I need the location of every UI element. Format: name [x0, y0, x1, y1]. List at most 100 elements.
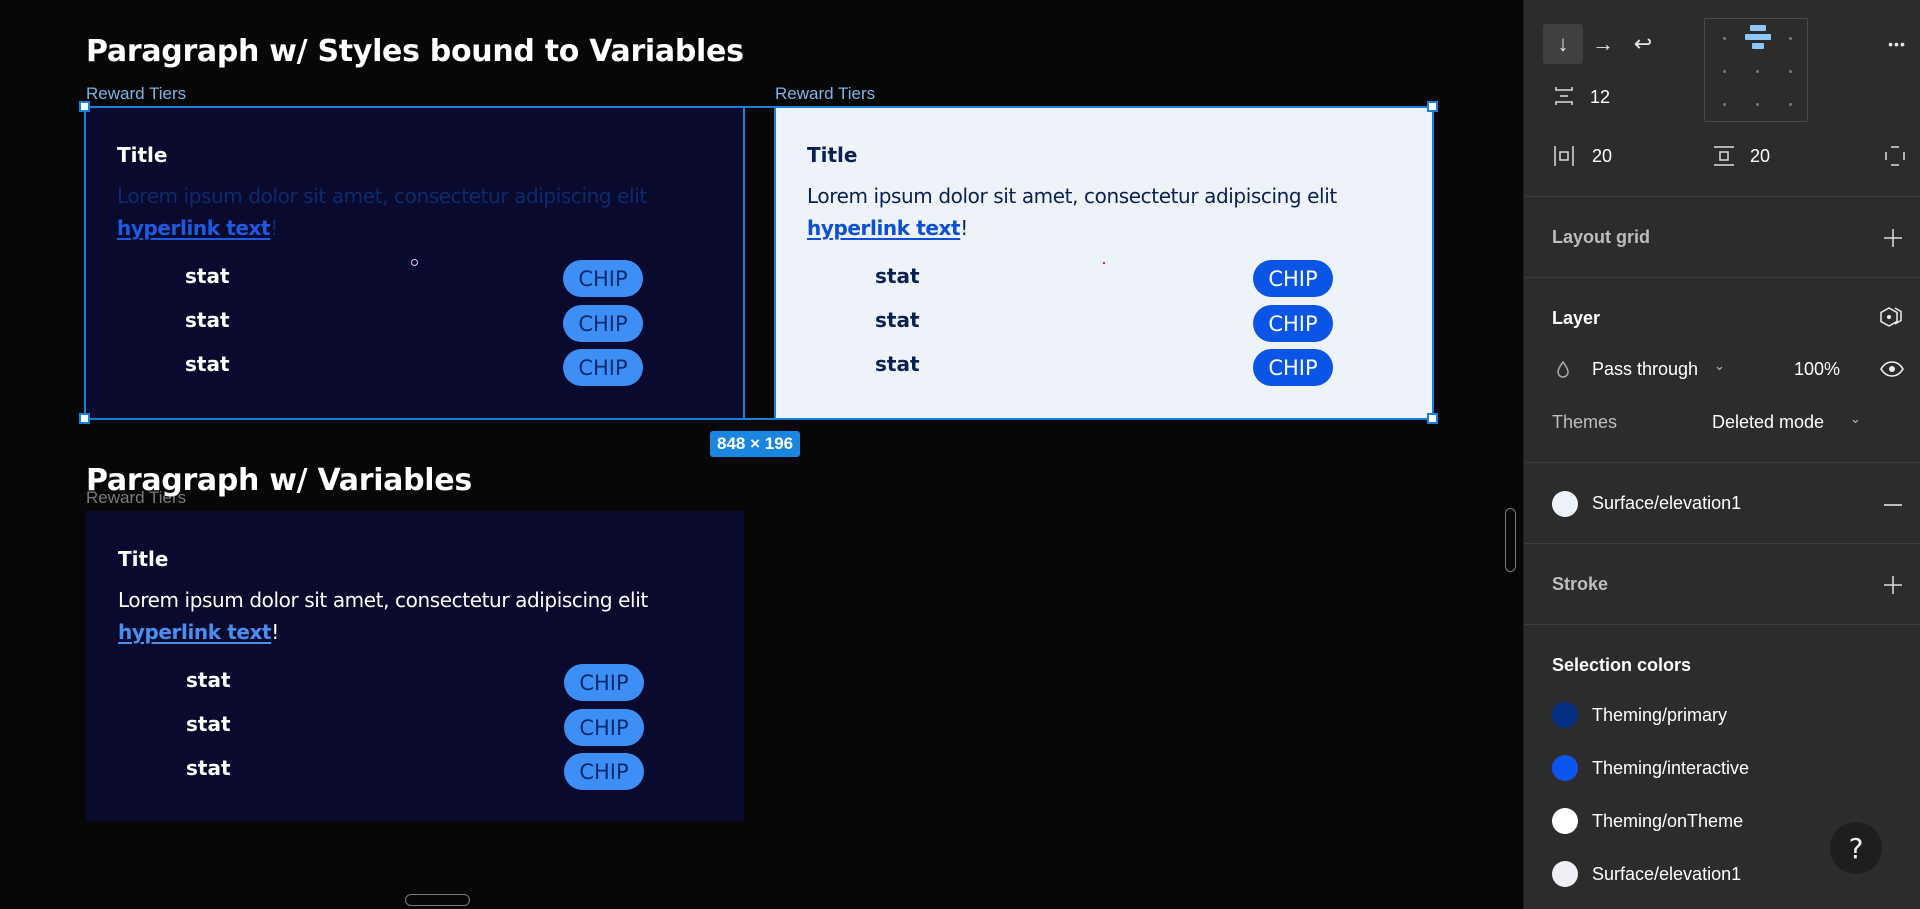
stat-label: stat [185, 308, 230, 332]
marker-dot [1103, 262, 1105, 264]
card-paragraph: Lorem ipsum dolor sit amet, consectetur … [807, 180, 1407, 244]
align-dot[interactable] [1723, 37, 1726, 40]
themes-dropdown[interactable]: Deleted mode ⌄ [1712, 411, 1872, 435]
card-title: Title [118, 547, 169, 571]
more-options-button[interactable]: ••• [1882, 30, 1912, 58]
wrap-button[interactable]: ↩ [1623, 24, 1663, 64]
selection-color-name[interactable]: Theming/onTheme [1592, 811, 1743, 832]
remove-fill-button[interactable] [1880, 493, 1906, 517]
card-title: Title [117, 143, 168, 167]
align-dot[interactable] [1789, 103, 1792, 106]
resize-handle-top-left[interactable] [79, 101, 90, 112]
horizontal-padding-value[interactable]: 20 [1592, 146, 1612, 167]
direction-vertical-button[interactable]: ↓ [1543, 24, 1583, 64]
vertical-padding-icon [1712, 144, 1736, 168]
add-layout-grid-button[interactable] [1880, 225, 1906, 251]
help-button[interactable]: ? [1830, 822, 1882, 874]
align-dot[interactable] [1789, 70, 1792, 73]
plus-icon [1884, 229, 1902, 247]
reward-tiers-card-variables[interactable]: Title Lorem ipsum dolor sit amet, consec… [86, 511, 744, 821]
chip[interactable]: CHIP [563, 349, 643, 386]
variable-mode-icon [1880, 307, 1902, 327]
eye-icon [1880, 361, 1904, 377]
chip[interactable]: CHIP [564, 709, 644, 746]
more-icon: ••• [1888, 36, 1906, 52]
selection-color-name[interactable]: Surface/elevation1 [1592, 864, 1741, 885]
align-dot[interactable] [1723, 103, 1726, 106]
layer-label: Layer [1552, 308, 1601, 328]
fill-swatch[interactable] [1552, 491, 1578, 517]
chip[interactable]: CHIP [1253, 349, 1333, 386]
frame-label[interactable]: Reward Tiers [775, 84, 875, 104]
resize-handle-top-right[interactable] [1427, 101, 1438, 112]
selection-color-name[interactable]: Theming/primary [1592, 705, 1727, 726]
opacity-value[interactable]: 100% [1794, 359, 1840, 380]
color-swatch[interactable] [1552, 702, 1578, 728]
hyperlink[interactable]: hyperlink text [117, 216, 271, 240]
stat-label: stat [186, 668, 231, 692]
color-swatch[interactable] [1552, 755, 1578, 781]
card-paragraph: Lorem ipsum dolor sit amet, consectetur … [118, 584, 718, 648]
frame-label[interactable]: Reward Tiers [86, 84, 186, 104]
chip[interactable]: CHIP [1253, 305, 1333, 342]
question-mark-icon: ? [1848, 831, 1864, 865]
layout-grid-section: Layout grid [1524, 197, 1920, 278]
dimension-badge: 848 × 196 [710, 431, 801, 457]
selection-colors-label: Selection colors [1552, 655, 1692, 675]
horizontal-scrollbar[interactable] [405, 894, 470, 906]
vertical-scrollbar[interactable] [1505, 508, 1516, 572]
color-swatch[interactable] [1552, 808, 1578, 834]
direction-horizontal-button[interactable]: → [1583, 24, 1623, 64]
fill-section: Surface/elevation1 [1524, 463, 1920, 544]
stat-label: stat [875, 264, 920, 288]
gap-value[interactable]: 12 [1590, 87, 1610, 108]
blend-mode-dropdown[interactable]: Pass through ⌄ [1592, 358, 1742, 382]
card-title: Title [807, 143, 858, 167]
stat-label: stat [875, 308, 920, 332]
cursor-indicator [411, 259, 418, 266]
themes-value: Deleted mode [1712, 412, 1825, 432]
apply-variable-mode-button[interactable] [1876, 305, 1906, 331]
stat-label: stat [186, 712, 231, 736]
plus-icon [1884, 576, 1902, 594]
chevron-down-icon: ⌄ [1850, 411, 1861, 426]
independent-padding-icon [1885, 146, 1905, 166]
add-stroke-button[interactable] [1880, 572, 1906, 598]
chip[interactable]: CHIP [564, 753, 644, 790]
color-swatch[interactable] [1552, 861, 1578, 887]
fill-variable-name[interactable]: Surface/elevation1 [1592, 493, 1741, 514]
independent-padding-button[interactable] [1882, 144, 1908, 168]
paragraph-suffix: ! [960, 216, 968, 240]
align-top-center-icon[interactable] [1745, 25, 1771, 53]
paragraph-suffix: ! [271, 620, 279, 644]
alignment-grid[interactable] [1704, 18, 1808, 122]
align-dot[interactable] [1789, 37, 1792, 40]
resize-handle-bottom-left[interactable] [79, 413, 90, 424]
hyperlink[interactable]: hyperlink text [118, 620, 272, 644]
stat-label: stat [185, 352, 230, 376]
layout-grid-label: Layout grid [1552, 227, 1650, 247]
themes-label: Themes [1552, 412, 1618, 432]
visibility-toggle[interactable] [1878, 358, 1906, 380]
align-dot[interactable] [1723, 70, 1726, 73]
chip[interactable]: CHIP [1253, 260, 1333, 297]
properties-panel: ↓ → ↩ ••• 12 20 20 Layout grid Layer Pas… [1523, 0, 1920, 909]
align-dot[interactable] [1756, 70, 1759, 73]
vertical-padding-value[interactable]: 20 [1750, 146, 1770, 167]
chip[interactable]: CHIP [564, 664, 644, 701]
paragraph-suffix: ! [270, 216, 278, 240]
section-heading-variables: Paragraph w/ Variables [86, 463, 472, 498]
chip[interactable]: CHIP [563, 305, 643, 342]
paragraph-text: Lorem ipsum dolor sit amet, consectetur … [118, 588, 648, 612]
minus-icon [1884, 504, 1902, 506]
stroke-label: Stroke [1552, 574, 1609, 594]
chip[interactable]: CHIP [563, 260, 643, 297]
gap-icon [1552, 84, 1576, 108]
hyperlink[interactable]: hyperlink text [807, 216, 961, 240]
stat-label: stat [185, 264, 230, 288]
stat-label: stat [186, 756, 231, 780]
resize-handle-bottom-right[interactable] [1427, 413, 1438, 424]
align-dot[interactable] [1756, 103, 1759, 106]
canvas[interactable]: Paragraph w/ Styles bound to Variables R… [0, 0, 1523, 909]
selection-color-name[interactable]: Theming/interactive [1592, 758, 1749, 779]
